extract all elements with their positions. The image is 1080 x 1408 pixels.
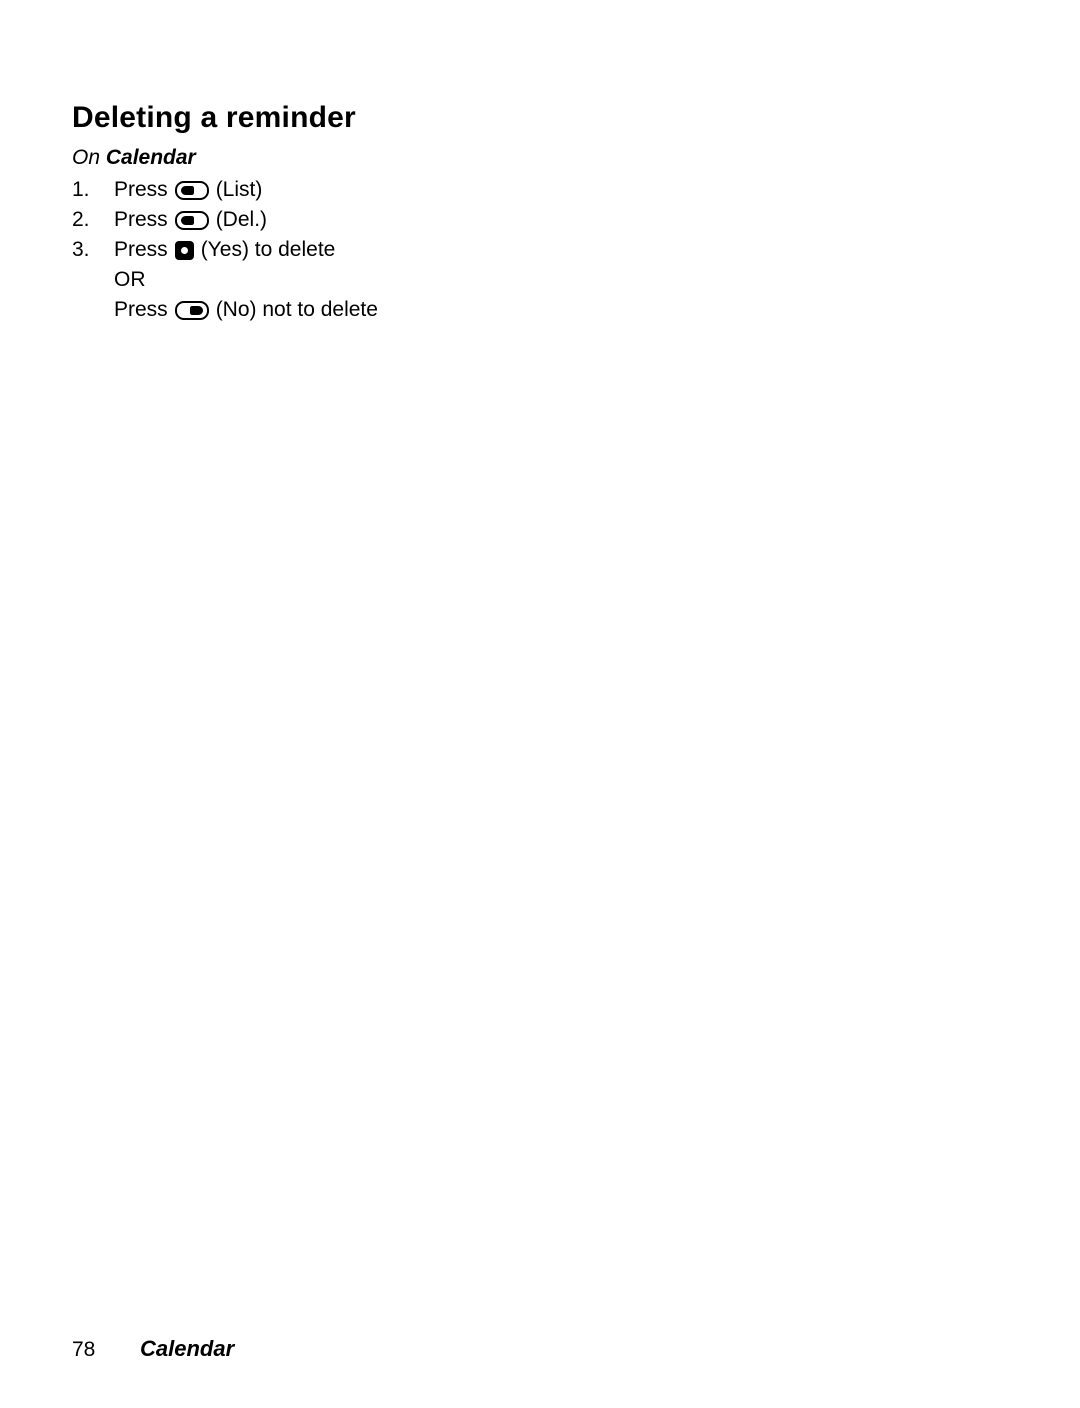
- step-number: 2.: [72, 208, 90, 232]
- list-item: 2. Press (Del.): [72, 205, 1012, 235]
- step-suffix: (Yes) to delete: [200, 238, 336, 262]
- page-footer: 78 Calendar: [72, 1336, 234, 1362]
- footer-page-number: 78: [72, 1338, 96, 1361]
- step-number: 1.: [72, 178, 90, 202]
- list-item: 3. Press (Yes) to delete: [72, 235, 1012, 265]
- subheading-lead: On: [72, 146, 106, 169]
- step-suffix: (List): [215, 178, 263, 202]
- steps-list: 1. Press (List) 2. Press (Del.) 3. Press…: [72, 175, 1012, 325]
- step-text: Press (List): [114, 175, 262, 205]
- step-text: Press (Yes) to delete: [114, 235, 335, 265]
- section-subheading: On Calendar: [72, 144, 1012, 171]
- step-prefix: Press: [114, 178, 168, 202]
- or-separator: OR: [114, 268, 146, 292]
- page-content: Deleting a reminder On Calendar 1. Press…: [72, 100, 1012, 325]
- center-select-key-icon: [174, 240, 194, 260]
- subheading-emphasis: Calendar: [105, 146, 196, 169]
- page-title: Deleting a reminder: [72, 101, 356, 134]
- right-softkey-icon: [174, 300, 209, 320]
- document-page: Deleting a reminder On Calendar 1. Press…: [0, 0, 1080, 1408]
- step-prefix: Press: [114, 208, 168, 232]
- left-softkey-icon: [174, 210, 209, 230]
- step-prefix: Press: [114, 298, 168, 322]
- alternate-step: Press (No) not to delete: [72, 295, 1012, 325]
- list-item: 1. Press (List): [72, 175, 1012, 205]
- left-softkey-icon: [174, 180, 209, 200]
- step-number: 3.: [72, 238, 90, 262]
- footer-section-title: Calendar: [140, 1336, 235, 1361]
- step-text: Press (Del.): [114, 205, 267, 235]
- step-suffix: (Del.): [215, 208, 268, 232]
- step-text: Press (No) not to delete: [114, 295, 378, 325]
- step-suffix: (No) not to delete: [215, 298, 378, 322]
- step-prefix: Press: [114, 238, 168, 262]
